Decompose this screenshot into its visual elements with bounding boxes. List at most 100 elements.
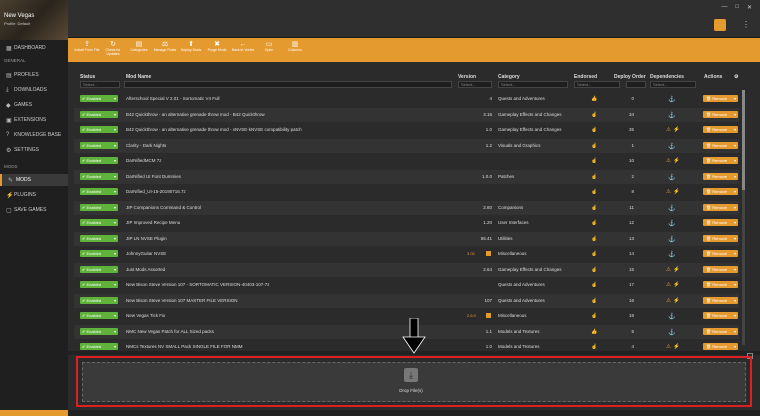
remove-button[interactable]: 🗑 Remove ▾ bbox=[703, 312, 738, 319]
remove-button[interactable]: 🗑 Remove ▾ bbox=[703, 188, 738, 195]
endorse-icon[interactable]: ☝ bbox=[591, 158, 597, 164]
avatar[interactable] bbox=[714, 19, 726, 31]
toolbar-purge-mods-button[interactable]: ✖ Purge Mods bbox=[204, 38, 230, 62]
scrollbar-thumb[interactable] bbox=[742, 90, 745, 190]
sidebar-item-plugins[interactable]: ⚡ PLUGINS bbox=[0, 189, 68, 201]
table-row[interactable]: ✔ Enabled ▾ JIP Improved Recipe Menu 1.20 Us… bbox=[74, 216, 739, 230]
endorse-icon[interactable]: ☝ bbox=[591, 205, 597, 211]
remove-button[interactable]: 🗑 Remove ▾ bbox=[703, 95, 738, 102]
endorse-icon[interactable]: ☝ bbox=[591, 112, 597, 118]
col-category[interactable]: Category bbox=[498, 74, 520, 80]
endorse-icon[interactable]: ☝ bbox=[591, 127, 597, 133]
enabled-toggle[interactable]: ✔ Enabled ▾ bbox=[80, 172, 118, 180]
endorse-icon[interactable]: ☝ bbox=[591, 344, 597, 350]
sidebar-item-games[interactable]: ◆ GAMES bbox=[0, 99, 68, 111]
table-row[interactable]: ✔ Enabled ▾ B42 Quickthrow - an alternativ… bbox=[74, 123, 739, 137]
remove-button[interactable]: 🗑 Remove ▾ bbox=[703, 126, 738, 133]
update-icon[interactable] bbox=[486, 251, 491, 256]
remove-button[interactable]: 🗑 Remove ▾ bbox=[703, 219, 738, 226]
filter-version[interactable]: Select... bbox=[458, 81, 492, 88]
endorse-icon[interactable]: ☝ bbox=[591, 236, 597, 242]
maximize-icon[interactable]: □ bbox=[735, 4, 739, 11]
sidebar-item-knowledge-base[interactable]: ? KNOWLEDGE BASE bbox=[0, 129, 68, 141]
enabled-toggle[interactable]: ✔ Enabled ▾ bbox=[80, 219, 118, 226]
table-row[interactable]: ✔ Enabled ▾ DarNified UI Font Dummies 1.0.0… bbox=[74, 169, 739, 184]
sidebar-item-save-games[interactable]: ▢ SAVE GAMES bbox=[0, 204, 68, 216]
sidebar-item-extensions[interactable]: ▣ EXTENSIONS bbox=[0, 114, 68, 126]
toolbar-deploy-mods-button[interactable]: ⬆ Deploy Mods bbox=[178, 38, 204, 62]
remove-button[interactable]: 🗑 Remove ▾ bbox=[703, 265, 738, 273]
endorsed-icon[interactable]: 👍 bbox=[591, 329, 597, 335]
dependency-warning-icon[interactable]: ⚠ bbox=[666, 127, 671, 133]
dependency-icon[interactable]: ⚓ bbox=[668, 236, 675, 243]
enabled-toggle[interactable]: ✔ Enabled ▾ bbox=[80, 265, 118, 273]
enabled-toggle[interactable]: ✔ Enabled ▾ bbox=[80, 312, 118, 319]
toolbar-check-for-updates-button[interactable]: ↻ Check for Updates bbox=[100, 38, 126, 62]
remove-button[interactable]: 🗑 Remove ▾ bbox=[703, 141, 738, 149]
enabled-toggle[interactable]: ✔ Enabled ▾ bbox=[80, 157, 118, 164]
table-row[interactable]: ✔ Enabled ▾ JohnnyGuitar NVSE 3.00 Miscellan… bbox=[74, 247, 739, 261]
endorse-icon[interactable]: ☝ bbox=[591, 298, 597, 304]
sidebar-item-downloads[interactable]: ⤓ DOWNLOADS bbox=[0, 84, 68, 96]
endorse-icon[interactable]: ☝ bbox=[591, 174, 597, 180]
dependency-icon[interactable]: ⚓ bbox=[668, 329, 675, 336]
gear-icon[interactable]: ⚙ bbox=[734, 74, 738, 80]
table-row[interactable]: ✔ Enabled ▾ Afterschool Special V 2.01 - S… bbox=[74, 92, 739, 106]
enabled-toggle[interactable]: ✔ Enabled ▾ bbox=[80, 327, 118, 335]
filter-dependencies[interactable]: Select... bbox=[650, 81, 696, 88]
endorse-icon[interactable]: ☝ bbox=[591, 251, 597, 257]
endorse-icon[interactable]: ☝ bbox=[591, 220, 597, 226]
table-row[interactable]: ✔ Enabled ▾ New Bison Steve Version 107 MA… bbox=[74, 293, 739, 308]
dependency-icon[interactable]: ⚓ bbox=[668, 143, 675, 150]
enabled-toggle[interactable]: ✔ Enabled ▾ bbox=[80, 250, 118, 257]
remove-button[interactable]: 🗑 Remove ▾ bbox=[703, 172, 738, 180]
table-row[interactable]: ✔ Enabled ▾ DarNifiedMCM 7z ☝ 10 ⚠ ⚡ 🗑 Remove ▾ bbox=[74, 154, 739, 168]
enabled-toggle[interactable]: ✔ Enabled ▾ bbox=[80, 281, 118, 288]
remove-button[interactable]: 🗑 Remove ▾ bbox=[703, 343, 738, 350]
enabled-toggle[interactable]: ✔ Enabled ▾ bbox=[80, 110, 118, 118]
col-dependencies[interactable]: Dependencies bbox=[650, 74, 684, 80]
table-row[interactable]: ✔ Enabled ▾ Just Mods Assorted 2.64 Gameplay… bbox=[74, 262, 739, 277]
col-endorsed[interactable]: Endorsed bbox=[574, 74, 597, 80]
endorse-icon[interactable]: ☝ bbox=[591, 267, 597, 273]
remove-button[interactable]: 🗑 Remove ▾ bbox=[703, 327, 738, 335]
remove-button[interactable]: 🗑 Remove ▾ bbox=[703, 157, 738, 164]
endorse-icon[interactable]: ☝ bbox=[591, 313, 597, 319]
dependency-warning-icon[interactable]: ⚠ bbox=[666, 298, 671, 304]
game-banner[interactable]: New Vegas Profile: Default bbox=[0, 0, 68, 40]
table-row[interactable]: ✔ Enabled ▾ JIP Companions Command & Contr… bbox=[74, 200, 739, 215]
col-version[interactable]: Version bbox=[458, 74, 476, 80]
dependency-icon[interactable]: ⚓ bbox=[668, 313, 675, 320]
filter-status[interactable]: Select... bbox=[80, 81, 120, 88]
remove-button[interactable]: 🗑 Remove ▾ bbox=[703, 250, 738, 257]
remove-button[interactable]: 🗑 Remove ▾ bbox=[703, 203, 738, 211]
remove-button[interactable]: 🗑 Remove ▾ bbox=[703, 296, 738, 304]
col-mod-name[interactable]: Mod Name bbox=[126, 74, 151, 80]
table-row[interactable]: ✔ Enabled ▾ New Bison Steve Version 107 - … bbox=[74, 278, 739, 292]
col-status[interactable]: Status bbox=[80, 74, 95, 80]
remove-button[interactable]: 🗑 Remove ▾ bbox=[703, 281, 738, 288]
dependency-warning-icon[interactable]: ⚠ bbox=[666, 267, 671, 273]
dependency-warning-icon[interactable]: ⚠ bbox=[666, 158, 671, 164]
enabled-toggle[interactable]: ✔ Enabled ▾ bbox=[80, 126, 118, 133]
filter-category[interactable]: Select... bbox=[498, 81, 568, 88]
filter-deploy-order[interactable] bbox=[626, 81, 646, 88]
endorse-icon[interactable]: ☝ bbox=[591, 189, 597, 195]
table-row[interactable]: ✔ Enabled ▾ Clarity - Dark Nights 1.2 Visual… bbox=[74, 138, 739, 153]
dependency-icon[interactable]: ⚓ bbox=[668, 205, 675, 212]
endorse-icon[interactable]: ☝ bbox=[591, 282, 597, 288]
toolbar-categories-button[interactable]: ▤ Categories bbox=[126, 38, 152, 62]
dependency-icon[interactable]: ⚓ bbox=[668, 220, 675, 227]
table-row[interactable]: ✔ Enabled ▾ B42 Quickthrow - an alternativ… bbox=[74, 107, 739, 122]
toolbar-manage-rules-button[interactable]: ⚖ Manage Rules bbox=[152, 38, 178, 62]
dependency-warning-icon[interactable]: ⚠ bbox=[666, 344, 671, 350]
toolbar-columns-button[interactable]: ▥ Columns bbox=[282, 38, 308, 62]
enabled-toggle[interactable]: ✔ Enabled ▾ bbox=[80, 141, 118, 149]
remove-button[interactable]: 🗑 Remove ▾ bbox=[703, 110, 738, 118]
filter-endorsed[interactable]: Select... bbox=[574, 81, 620, 88]
enabled-toggle[interactable]: ✔ Enabled ▾ bbox=[80, 95, 118, 102]
toolbar-open-button[interactable]: ▭ Open bbox=[256, 38, 282, 62]
dependency-icon[interactable]: ⚓ bbox=[668, 96, 675, 103]
toolbar-back-to-vortex-button[interactable]: ← Back to Vortex bbox=[230, 38, 256, 62]
sidebar-item-dashboard[interactable]: ▦ DASHBOARD bbox=[0, 42, 68, 54]
